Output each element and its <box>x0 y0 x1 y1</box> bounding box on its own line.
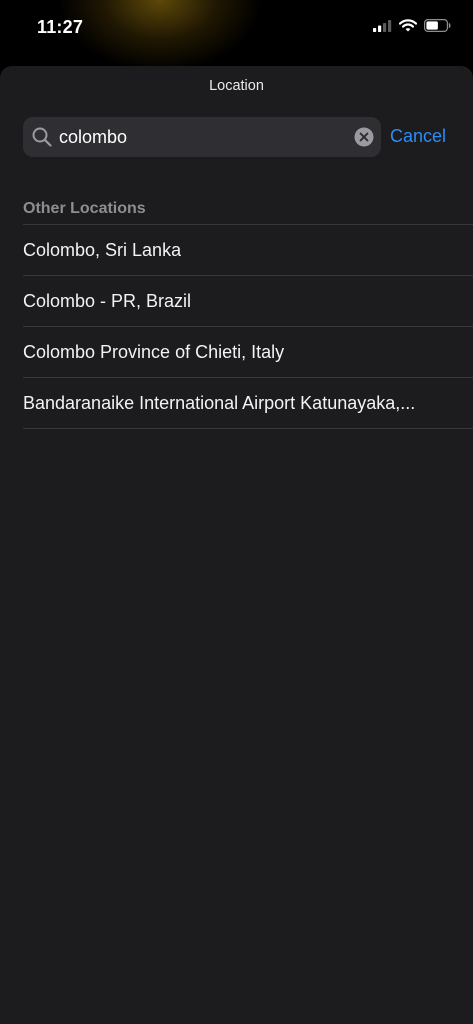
location-sheet: Location Cancel Other Locations Colombo,… <box>0 66 473 1024</box>
list-item[interactable]: Colombo Province of Chieti, Italy <box>23 327 473 378</box>
sheet-title: Location <box>209 78 264 94</box>
status-icons <box>373 19 451 37</box>
wifi-icon <box>398 19 418 37</box>
search-field[interactable] <box>23 117 381 157</box>
search-input[interactable] <box>59 117 339 157</box>
list-item-label: Bandaranaike International Airport Katun… <box>23 392 416 413</box>
status-bar: 11:27 <box>0 0 473 58</box>
cancel-button[interactable]: Cancel <box>390 126 446 147</box>
search-icon <box>31 126 53 153</box>
results-list: Colombo, Sri Lanka Colombo - PR, Brazil … <box>23 224 473 429</box>
list-item-label: Colombo - PR, Brazil <box>23 290 192 311</box>
list-item[interactable]: Colombo, Sri Lanka <box>23 225 473 276</box>
status-time: 11:27 <box>37 17 84 37</box>
list-item[interactable]: Bandaranaike International Airport Katun… <box>23 378 473 429</box>
battery-icon <box>424 19 451 37</box>
list-item[interactable]: Colombo - PR, Brazil <box>23 276 473 327</box>
list-item-label: Colombo Province of Chieti, Italy <box>23 341 285 362</box>
cellular-signal-icon <box>373 19 392 37</box>
clear-icon[interactable] <box>354 127 374 152</box>
section-header: Other Locations <box>23 200 146 217</box>
list-item-label: Colombo, Sri Lanka <box>23 239 182 260</box>
